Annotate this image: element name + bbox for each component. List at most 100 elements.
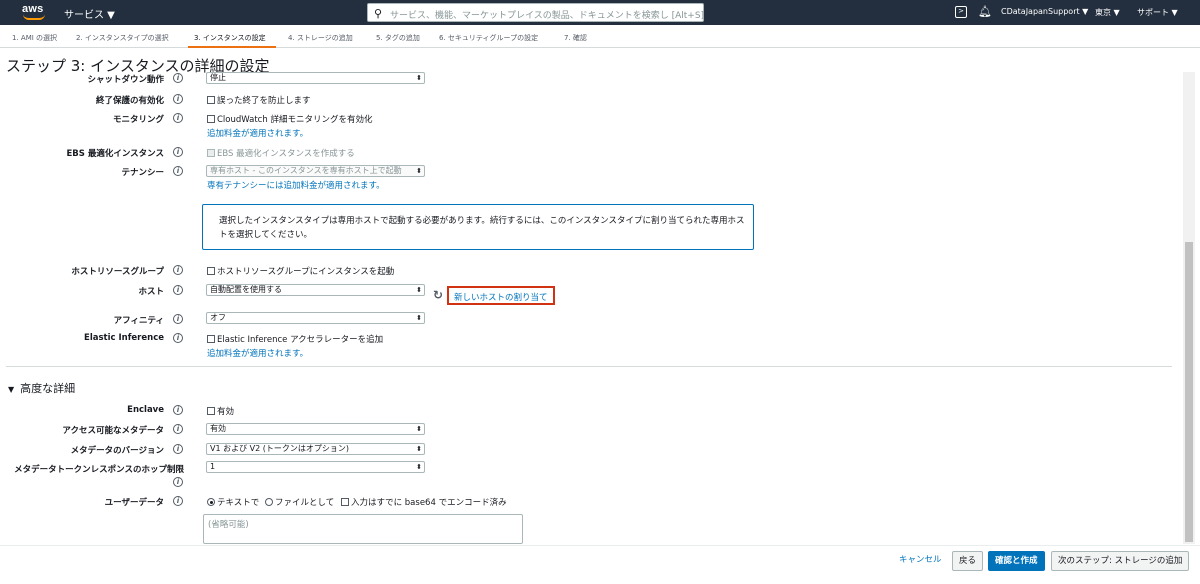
refresh-icon[interactable]: ↻ bbox=[433, 288, 443, 302]
userdata-textarea[interactable]: (省略可能) bbox=[203, 514, 523, 544]
info-icon[interactable]: i bbox=[173, 147, 183, 157]
allocate-host-highlight: 新しいホストの割り当て bbox=[447, 286, 555, 305]
tenancy-value: 専有ホスト - このインスタンスを専有ホスト上で起動 bbox=[210, 166, 402, 175]
info-icon[interactable]: i bbox=[173, 405, 183, 415]
info-icon[interactable]: i bbox=[173, 444, 183, 454]
aws-logo[interactable]: aws bbox=[22, 3, 50, 21]
tenancy-pricing-link[interactable]: 専有テナンシーには追加料金が適用されます。 bbox=[207, 179, 385, 191]
monitoring-checkbox[interactable]: CloudWatch 詳細モニタリングを有効化 bbox=[207, 113, 372, 125]
checkbox-box[interactable] bbox=[341, 498, 349, 506]
checkbox-box[interactable] bbox=[207, 407, 215, 415]
region-menu[interactable]: 東京 ▼ bbox=[1095, 7, 1120, 18]
hop-limit-value: 1 bbox=[210, 462, 216, 471]
section-divider bbox=[6, 366, 1172, 367]
host-group-checkbox-label: ホストリソースグループにインスタンスを起動 bbox=[217, 267, 395, 277]
elastic-inference-checkbox-label: Elastic Inference アクセラレーターを追加 bbox=[217, 335, 384, 345]
radio-button[interactable] bbox=[207, 498, 215, 506]
allocate-new-host-link[interactable]: 新しいホストの割り当て bbox=[454, 291, 548, 303]
radio-text[interactable]: テキストで bbox=[207, 496, 259, 508]
aws-smile-icon bbox=[23, 14, 45, 20]
scrollbar[interactable] bbox=[1183, 72, 1195, 544]
bell-icon[interactable]: 🔔︎ bbox=[978, 5, 992, 18]
elastic-inference-checkbox[interactable]: Elastic Inference アクセラレーターを追加 bbox=[207, 333, 383, 345]
metadata-access-select[interactable]: 有効 ⬍ bbox=[206, 423, 425, 435]
support-menu[interactable]: サポート ▼ bbox=[1137, 7, 1178, 18]
select-arrow-icon: ⬍ bbox=[416, 74, 422, 82]
select-arrow-icon: ⬍ bbox=[416, 445, 422, 453]
enclave-checkbox[interactable]: 有効 bbox=[207, 405, 234, 417]
back-button[interactable]: 戻る bbox=[952, 551, 984, 571]
info-icon[interactable]: i bbox=[173, 166, 183, 176]
wizard-tabs: 1. AMI の選択 2. インスタンスタイプの選択 3. インスタンスの設定 … bbox=[0, 26, 1200, 48]
termination-label: 終了保護の有効化 bbox=[95, 96, 164, 106]
info-icon[interactable]: i bbox=[173, 314, 183, 324]
elastic-pricing-link[interactable]: 追加料金が適用されます。 bbox=[207, 347, 308, 359]
top-nav-bar: aws サービス ▼ ⚲ サービス、機能、マーケットプレイスの製品、ドキュメント… bbox=[0, 0, 1200, 25]
monitoring-checkbox-label: CloudWatch 詳細モニタリングを有効化 bbox=[217, 115, 373, 125]
scrollbar-thumb[interactable] bbox=[1185, 242, 1193, 542]
services-menu[interactable]: サービス ▼ bbox=[64, 6, 115, 21]
tab-add-tags[interactable]: 5. タグの追加 bbox=[376, 33, 420, 43]
tab-configure-instance[interactable]: 3. インスタンスの設定 bbox=[194, 33, 266, 43]
info-icon[interactable]: i bbox=[173, 285, 183, 295]
info-icon[interactable]: i bbox=[173, 265, 183, 275]
select-arrow-icon: ⬍ bbox=[416, 314, 422, 322]
search-input[interactable]: ⚲ サービス、機能、マーケットプレイスの製品、ドキュメントを検索し [Alt+S… bbox=[367, 3, 704, 22]
enclave-label: Enclave bbox=[127, 405, 164, 415]
checkbox-box[interactable] bbox=[207, 96, 215, 104]
search-icon: ⚲ bbox=[374, 7, 383, 20]
checkbox-box[interactable] bbox=[207, 115, 215, 123]
info-icon[interactable]: i bbox=[173, 424, 183, 434]
next-add-storage-button[interactable]: 次のステップ: ストレージの追加 bbox=[1051, 551, 1190, 571]
shutdown-select[interactable]: 停止 ⬍ bbox=[206, 72, 425, 84]
cancel-button[interactable]: キャンセル bbox=[893, 551, 948, 571]
account-menu[interactable]: CDataJapanSupport ▼ bbox=[1001, 7, 1088, 16]
caret-down-icon: ▼ bbox=[8, 385, 15, 394]
termination-checkbox[interactable]: 誤った終了を防止します bbox=[207, 94, 311, 106]
radio-button[interactable] bbox=[265, 498, 273, 506]
radio-file[interactable]: ファイルとして bbox=[265, 496, 334, 508]
hop-limit-select[interactable]: 1 ⬍ bbox=[206, 461, 425, 473]
monitoring-label: モニタリング bbox=[112, 115, 164, 125]
base64-checkbox[interactable]: 入力はすでに base64 でエンコード済み bbox=[341, 496, 507, 508]
info-icon[interactable]: i bbox=[173, 333, 183, 343]
tab-review[interactable]: 7. 確認 bbox=[564, 33, 587, 43]
metadata-version-select[interactable]: V1 および V2 (トークンはオプション) ⬍ bbox=[206, 443, 425, 455]
termination-checkbox-label: 誤った終了を防止します bbox=[217, 96, 311, 106]
tab-add-storage[interactable]: 4. ストレージの追加 bbox=[288, 33, 353, 43]
ebs-label: EBS 最適化インスタンス bbox=[66, 149, 164, 159]
base64-checkbox-label: 入力はすでに base64 でエンコード済み bbox=[351, 498, 507, 508]
advanced-details-heading: 高度な詳細 bbox=[20, 382, 76, 395]
tenancy-select: 専有ホスト - このインスタンスを専有ホスト上で起動 ⬍ bbox=[206, 165, 425, 177]
tab-security-group[interactable]: 6. セキュリティグループの設定 bbox=[439, 33, 538, 43]
info-alert: 選択したインスタンスタイプは専用ホストで起動する必要があります。続行するには、こ… bbox=[202, 204, 754, 250]
checkbox-box[interactable] bbox=[207, 267, 215, 275]
metadata-access-label: アクセス可能なメタデータ bbox=[62, 426, 164, 436]
ebs-checkbox: EBS 最適化インスタンスを作成する bbox=[207, 147, 355, 159]
metadata-version-value: V1 および V2 (トークンはオプション) bbox=[210, 444, 349, 453]
hop-limit-label: メタデータトークンレスポンスのホップ制限 bbox=[14, 465, 184, 475]
select-arrow-icon: ⬍ bbox=[416, 286, 422, 294]
select-arrow-icon: ⬍ bbox=[416, 167, 422, 175]
info-icon[interactable]: i bbox=[173, 113, 183, 123]
affinity-select[interactable]: オフ ⬍ bbox=[206, 312, 425, 324]
tab-ami[interactable]: 1. AMI の選択 bbox=[12, 33, 57, 43]
affinity-value: オフ bbox=[210, 313, 226, 322]
advanced-details-toggle[interactable]: ▼ 高度な詳細 bbox=[8, 380, 75, 396]
cloudshell-icon[interactable]: > bbox=[955, 6, 967, 18]
info-icon[interactable]: i bbox=[173, 496, 183, 506]
host-group-checkbox[interactable]: ホストリソースグループにインスタンスを起動 bbox=[207, 265, 394, 277]
host-select[interactable]: 自動配置を使用する ⬍ bbox=[206, 284, 425, 296]
shutdown-label: シャットダウン動作 bbox=[87, 75, 164, 85]
info-icon[interactable]: i bbox=[173, 94, 183, 104]
monitoring-pricing-link[interactable]: 追加料金が適用されます。 bbox=[207, 127, 308, 139]
checkbox-box[interactable] bbox=[207, 335, 215, 343]
tab-instance-type[interactable]: 2. インスタンスタイプの選択 bbox=[76, 33, 169, 43]
select-arrow-icon: ⬍ bbox=[416, 425, 422, 433]
radio-text-label: テキストで bbox=[217, 498, 260, 508]
host-group-label: ホストリソースグループ bbox=[71, 267, 164, 277]
info-icon[interactable]: i bbox=[173, 73, 183, 83]
review-and-launch-button[interactable]: 確認と作成 bbox=[988, 551, 1045, 571]
search-placeholder: サービス、機能、マーケットプレイスの製品、ドキュメントを検索し [Alt+S] bbox=[390, 11, 705, 21]
info-icon[interactable]: i bbox=[173, 477, 183, 487]
